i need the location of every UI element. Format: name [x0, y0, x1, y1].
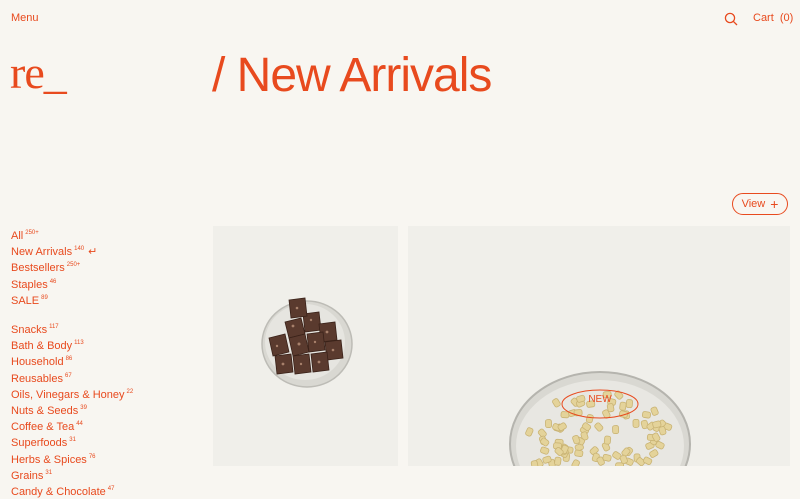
category-label: New Arrivals — [11, 246, 73, 259]
pasta-piece — [574, 449, 584, 457]
category-label: SALE — [11, 294, 40, 307]
category-item-herbs-spices[interactable]: Herbs & Spices 76 — [11, 451, 133, 467]
category-item-candy-chocolate[interactable]: Candy & Chocolate 47 — [11, 483, 133, 499]
category-item-snacks[interactable]: Snacks 117 — [11, 321, 133, 337]
pasta-piece — [530, 460, 539, 466]
category-count: 31 — [45, 469, 53, 476]
pasta-piece — [612, 425, 620, 435]
category-count: 47 — [107, 486, 115, 493]
plus-icon: + — [770, 196, 779, 212]
category-item-superfoods[interactable]: Superfoods 31 — [11, 434, 133, 450]
category-count: 22 — [126, 388, 134, 395]
pasta-piece — [625, 399, 633, 409]
category-item-bath-body[interactable]: Bath & Body 113 — [11, 337, 133, 353]
pasta-piece — [641, 411, 652, 419]
pasta-piece — [603, 435, 612, 445]
return-arrow-icon: ↵ — [88, 246, 98, 259]
category-count: 86 — [65, 356, 73, 363]
category-label: Bath & Body — [11, 340, 73, 353]
category-count: 250+ — [66, 262, 81, 269]
category-label: Bestsellers — [11, 262, 65, 275]
cart-count: (0) — [779, 12, 794, 24]
category-item-coffee-tea[interactable]: Coffee & Tea 44 — [11, 418, 133, 434]
product-image — [261, 297, 353, 388]
category-label: All — [11, 230, 24, 242]
category-item-grains[interactable]: Grains 31 — [11, 467, 133, 483]
product-card[interactable] — [213, 226, 398, 466]
category-label: Oils, Vinegars & Honey — [11, 388, 125, 401]
category-count: 89 — [41, 294, 48, 301]
category-count: 46 — [49, 278, 57, 285]
pasta-piece — [632, 418, 640, 428]
category-label: Grains — [11, 469, 44, 482]
category-item-bestsellers[interactable]: Bestsellers 250+ — [11, 259, 133, 275]
category-label: Staples — [11, 278, 48, 291]
pasta-piece — [554, 456, 562, 466]
category-count: 31 — [69, 437, 76, 444]
cart-link[interactable]: Cart (0) — [753, 12, 793, 24]
category-label: Candy & Chocolate — [11, 486, 106, 499]
pasta-piece — [619, 401, 627, 411]
category-item-oils[interactable]: Oils, Vinegars & Honey 22 — [11, 386, 133, 402]
category-item-sale[interactable]: SALE 89 — [11, 292, 133, 308]
search-icon[interactable] — [724, 12, 738, 26]
category-count: 250+ — [25, 230, 39, 236]
category-count: 76 — [88, 453, 96, 460]
pasta-piece — [545, 419, 552, 429]
category-count: 67 — [64, 372, 72, 379]
category-label: Herbs & Spices — [11, 453, 87, 466]
product-image: NEW — [509, 371, 691, 466]
category-label: Household — [11, 356, 64, 369]
page-title: / New Arrivals — [212, 49, 492, 102]
category-divider — [11, 308, 133, 321]
cart-label: Cart — [753, 12, 774, 24]
category-count: 44 — [76, 421, 83, 428]
category-count: 140 — [74, 246, 85, 253]
category-count: 39 — [80, 405, 87, 412]
view-button[interactable]: View + — [732, 193, 788, 215]
category-label: Nuts & Seeds — [11, 405, 79, 418]
category-count: 117 — [49, 324, 59, 331]
category-item-reusables[interactable]: Reusables 67 — [11, 370, 133, 386]
category-label: Snacks — [11, 324, 48, 337]
product-card[interactable]: NEW — [408, 226, 790, 466]
category-label: Coffee & Tea — [11, 421, 75, 434]
category-item-new-arrivals[interactable]: New Arrivals 140 ↵ — [11, 243, 133, 259]
category-label: Superfoods — [11, 437, 68, 450]
category-item-household[interactable]: Household 86 — [11, 353, 133, 369]
category-item-staples[interactable]: Staples 46 — [11, 276, 133, 292]
site-logo[interactable]: re_ — [10, 50, 67, 96]
menu-button[interactable]: Menu — [11, 12, 39, 24]
category-list: All 250+ New Arrivals 140 ↵ Bestsellers 250+… — [11, 227, 133, 499]
view-button-label: View — [741, 198, 766, 210]
category-count: 113 — [74, 340, 84, 347]
new-badge: NEW — [588, 394, 612, 405]
category-item-all[interactable]: All 250+ — [11, 227, 133, 243]
category-label: Reusables — [11, 372, 63, 385]
category-item-nuts-seeds[interactable]: Nuts & Seeds 39 — [11, 402, 133, 418]
